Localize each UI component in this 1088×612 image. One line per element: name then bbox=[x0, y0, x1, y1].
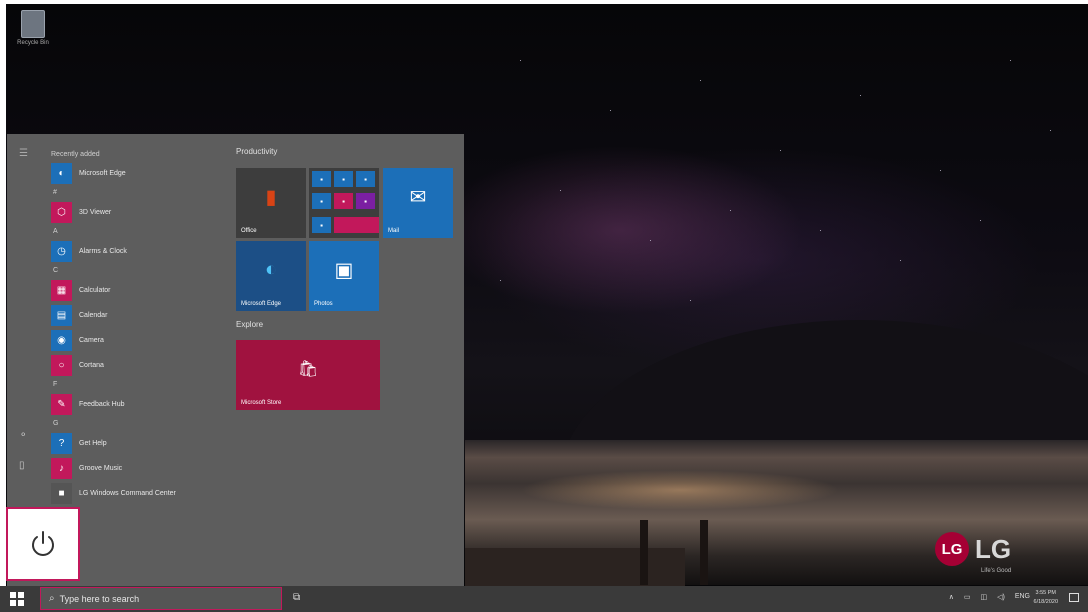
recycle-bin[interactable]: Recycle Bin bbox=[12, 10, 54, 46]
user-icon[interactable]: ⚬ bbox=[19, 430, 27, 441]
power-icon bbox=[32, 531, 54, 556]
notification-center-icon[interactable] bbox=[1069, 593, 1079, 602]
calendar-icon: ▤ bbox=[51, 305, 72, 326]
alpha-header[interactable]: A bbox=[51, 225, 221, 239]
group-label-productivity: Productivity bbox=[236, 147, 278, 156]
alpha-header[interactable]: G bbox=[51, 417, 221, 431]
help-icon: ? bbox=[51, 433, 72, 454]
app-list-item[interactable]: ▤ Calendar bbox=[51, 303, 221, 328]
store-bag-icon: 🛍 bbox=[297, 361, 319, 379]
hamburger-menu-icon[interactable]: ☰ bbox=[19, 148, 28, 159]
calculator-icon: ▦ bbox=[51, 280, 72, 301]
tile-store-label: Microsoft Store bbox=[241, 400, 282, 406]
lg-tagline: Life's Good bbox=[981, 568, 1012, 574]
app-list-item[interactable]: ⬡ 3D Viewer bbox=[51, 200, 221, 225]
app-list-item-label: Groove Music bbox=[79, 465, 123, 472]
tile-edge-label: Microsoft Edge bbox=[241, 301, 282, 307]
frame-border-top bbox=[0, 0, 1088, 4]
alpha-header[interactable]: F bbox=[51, 378, 221, 392]
app-list-item[interactable]: ■ LG Windows Command Center bbox=[51, 481, 221, 506]
lg-logo-circle-icon: LG bbox=[935, 532, 969, 566]
folder-mini-icon: ▪ bbox=[334, 193, 353, 209]
app-list-item-label: Cortana bbox=[79, 362, 104, 369]
clock-date: 6/18/2020 bbox=[1033, 599, 1058, 605]
lg-logo-text: LG bbox=[975, 534, 1012, 564]
clock-icon: ◷ bbox=[51, 241, 72, 262]
recently-added-heading: Recently added bbox=[51, 151, 100, 158]
language-indicator[interactable]: ENG bbox=[1015, 593, 1030, 601]
search-icon: ⌕ bbox=[49, 593, 55, 604]
app-list-item[interactable]: ◷ Alarms & Clock bbox=[51, 239, 221, 264]
folder-mini-icon: ▪ bbox=[312, 217, 331, 233]
network-icon[interactable]: ◫ bbox=[980, 593, 987, 601]
app-list-item-label: LG Windows Command Center bbox=[79, 490, 176, 497]
app-list-item[interactable]: ◉ Camera bbox=[51, 328, 221, 353]
app-list-item-label: Calculator bbox=[79, 287, 111, 294]
app-list-item-label: Camera bbox=[79, 337, 104, 344]
app-list-item-label: Get Help bbox=[79, 440, 107, 447]
tile-photos[interactable]: ▣ Photos bbox=[309, 241, 379, 311]
tile-app-folder[interactable]: ▪ ▪ ▪ ▪ ▪ ▪ ▪ bbox=[309, 168, 379, 238]
app-list-item-label: Feedback Hub bbox=[79, 401, 125, 408]
pier-post bbox=[640, 520, 648, 585]
volume-icon[interactable]: ◁) bbox=[997, 593, 1005, 601]
taskbar: ⌕ Type here to search ⧉ ∧ ▭ ◫ ◁) ENG 3:5… bbox=[0, 586, 1088, 612]
camera-icon: ◉ bbox=[51, 330, 72, 351]
app-list-item[interactable]: ○ Cortana bbox=[51, 353, 221, 378]
office-icon: ▮ bbox=[265, 186, 277, 209]
documents-icon[interactable]: ▯ bbox=[19, 460, 25, 471]
edge-icon: ◐ bbox=[264, 258, 278, 281]
edge-icon: ◐ bbox=[51, 163, 72, 184]
group-label-explore: Explore bbox=[236, 320, 264, 329]
tile-mail[interactable]: ✉ Mail bbox=[383, 168, 453, 238]
horizon-glow bbox=[520, 470, 840, 510]
tile-office-label: Office bbox=[241, 228, 257, 234]
pier bbox=[465, 548, 685, 586]
app-list-item[interactable]: ◐ Microsoft Edge bbox=[51, 161, 221, 186]
cortana-icon: ○ bbox=[51, 355, 72, 376]
windows-start-icon[interactable] bbox=[10, 592, 24, 606]
mail-icon: ✉ bbox=[409, 186, 427, 209]
chevron-up-icon[interactable]: ∧ bbox=[949, 593, 954, 601]
task-view-icon[interactable]: ⧉ bbox=[293, 592, 300, 603]
battery-icon[interactable]: ▭ bbox=[964, 593, 971, 601]
app-list-item-label: Calendar bbox=[79, 312, 108, 319]
folder-mini-icon bbox=[334, 217, 379, 233]
lg-icon: ■ bbox=[51, 483, 72, 504]
search-placeholder: Type here to search bbox=[59, 593, 140, 604]
photos-icon: ▣ bbox=[334, 259, 354, 282]
app-list-item-label: Alarms & Clock bbox=[79, 248, 127, 255]
folder-mini-icon: ▪ bbox=[356, 171, 375, 187]
app-list-item[interactable]: ✎ Feedback Hub bbox=[51, 392, 221, 417]
lg-logo: LG LG bbox=[935, 532, 1011, 566]
recycle-bin-label: Recycle Bin bbox=[17, 40, 49, 46]
pier-post bbox=[700, 520, 708, 585]
alpha-header[interactable]: C bbox=[51, 264, 221, 278]
alpha-header[interactable]: # bbox=[51, 186, 221, 200]
tile-store[interactable]: 🛍 Microsoft Store bbox=[236, 340, 380, 410]
tile-mail-label: Mail bbox=[388, 228, 400, 234]
system-tray: ∧ ▭ ◫ ◁) ENG bbox=[949, 593, 1030, 601]
recycle-bin-icon bbox=[21, 10, 45, 38]
app-list-item[interactable]: ▦ Calculator bbox=[51, 278, 221, 303]
folder-mini-icon: ▪ bbox=[312, 171, 331, 187]
cube-icon: ⬡ bbox=[51, 202, 72, 223]
tile-office[interactable]: ▮ Office bbox=[236, 168, 306, 238]
folder-mini-icon: ▪ bbox=[356, 193, 375, 209]
tile-edge[interactable]: ◐ Microsoft Edge bbox=[236, 241, 306, 311]
clock-time: 3:55 PM bbox=[1035, 590, 1056, 596]
app-list-item-label: Microsoft Edge bbox=[79, 170, 126, 177]
folder-mini-icon: ▪ bbox=[334, 171, 353, 187]
app-list-item[interactable]: ? Get Help bbox=[51, 431, 221, 456]
app-list-item-label: 3D Viewer bbox=[79, 209, 112, 216]
app-list: Recently added ◐ Microsoft Edge # ⬡ 3D Viewe… bbox=[51, 148, 221, 506]
power-button[interactable] bbox=[6, 507, 80, 581]
taskbar-search-box[interactable]: ⌕ Type here to search bbox=[40, 587, 282, 610]
music-icon: ♪ bbox=[51, 458, 72, 479]
folder-mini-icon: ▪ bbox=[312, 193, 331, 209]
app-list-item[interactable]: ♪ Groove Music bbox=[51, 456, 221, 481]
feedback-icon: ✎ bbox=[51, 394, 72, 415]
taskbar-clock[interactable]: 3:55 PM 6/18/2020 bbox=[1034, 589, 1058, 607]
tile-photos-label: Photos bbox=[314, 301, 333, 307]
